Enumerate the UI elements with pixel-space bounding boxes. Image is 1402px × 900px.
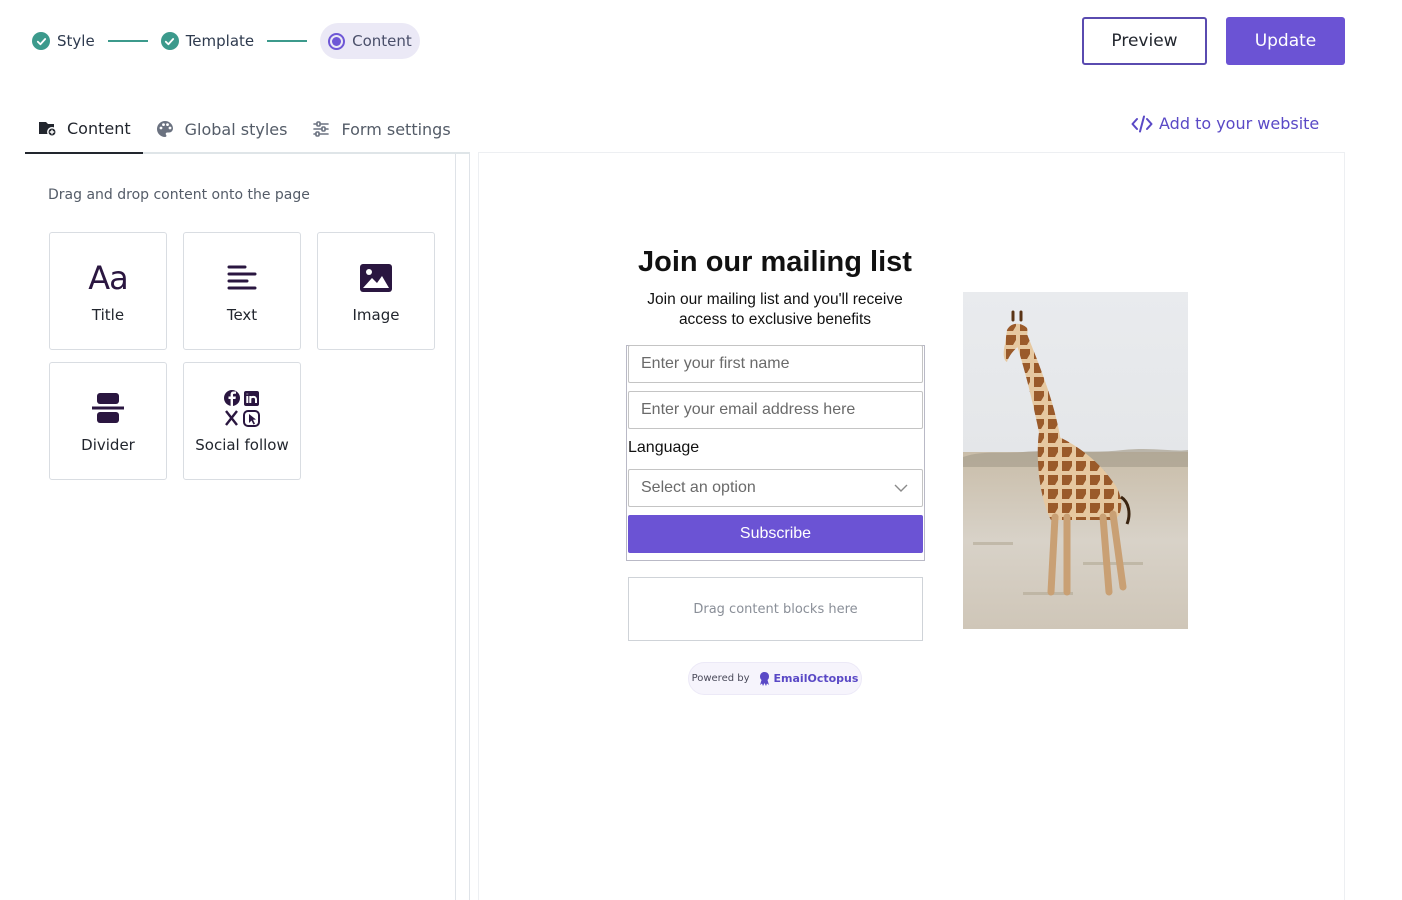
step-style[interactable]: Style <box>32 23 95 59</box>
block-label: Divider <box>81 436 135 454</box>
octopus-icon <box>759 671 769 686</box>
tab-content[interactable]: Content <box>25 104 143 154</box>
giraffe-image[interactable] <box>963 292 1188 629</box>
chevron-down-icon <box>894 484 908 492</box>
update-button[interactable]: Update <box>1226 17 1345 65</box>
text-lines-icon <box>227 258 257 298</box>
add-to-website-label: Add to your website <box>1159 114 1320 133</box>
language-select-value: Select an option <box>641 479 756 496</box>
step-connector <box>267 40 308 42</box>
block-label: Title <box>91 306 125 324</box>
title-aa-icon: Aa <box>88 259 128 297</box>
progress-stepper: Style Template Content <box>32 22 420 60</box>
language-label: Language <box>628 439 700 456</box>
step-content[interactable]: Content <box>320 23 420 59</box>
tab-label: Content <box>67 118 131 138</box>
form-subtitle[interactable]: Join our mailing list and you'll receive… <box>628 290 922 330</box>
form-title[interactable]: Join our mailing list <box>625 246 925 279</box>
panel-border <box>455 154 456 900</box>
panel-border <box>469 154 470 900</box>
editor-tabs: Content Global styles Form settings <box>25 104 470 154</box>
email-field[interactable]: Enter your email address here <box>628 391 923 429</box>
block-label: Social follow <box>195 436 289 454</box>
tab-form-settings[interactable]: Form settings <box>299 104 462 154</box>
language-select[interactable]: Select an option <box>628 469 923 507</box>
step-connector <box>107 40 148 42</box>
sliders-icon <box>313 121 330 137</box>
block-label: Text <box>226 306 258 324</box>
add-to-website-link[interactable]: Add to your website <box>1131 114 1319 133</box>
code-icon <box>1131 115 1153 132</box>
image-icon <box>359 258 393 298</box>
social-icons <box>222 388 262 428</box>
powered-by-badge[interactable]: Powered by EmailOctopus <box>688 662 862 695</box>
check-icon <box>160 32 179 50</box>
block-text[interactable]: Text <box>183 232 301 350</box>
divider-icon <box>91 388 125 428</box>
brand-logo: EmailOctopus <box>758 671 859 687</box>
preview-button[interactable]: Preview <box>1082 17 1207 65</box>
tab-label: Form settings <box>341 119 451 139</box>
block-social-follow[interactable]: Social follow <box>183 362 301 480</box>
content-block-icon <box>39 122 57 137</box>
panel-hint: Drag and drop content onto the page <box>48 187 310 203</box>
powered-by-label: Powered by <box>691 673 750 684</box>
block-label: Image <box>352 306 400 324</box>
tab-global-styles[interactable]: Global styles <box>143 104 300 154</box>
drop-zone[interactable]: Drag content blocks here <box>628 577 923 641</box>
tab-label: Global styles <box>184 119 288 139</box>
palette-icon <box>156 121 173 137</box>
block-image[interactable]: Image <box>317 232 435 350</box>
step-label: Template <box>185 32 255 50</box>
block-title[interactable]: Aa Title <box>49 232 167 350</box>
check-icon <box>32 32 50 50</box>
current-step-icon <box>328 32 346 50</box>
step-label: Content <box>352 32 412 50</box>
subscribe-button[interactable]: Subscribe <box>628 515 923 553</box>
block-divider[interactable]: Divider <box>49 362 167 480</box>
brand-name: EmailOctopus <box>773 672 859 685</box>
step-label: Style <box>57 32 95 50</box>
first-name-field[interactable]: Enter your first name <box>628 345 923 383</box>
step-template[interactable]: Template <box>160 23 255 59</box>
